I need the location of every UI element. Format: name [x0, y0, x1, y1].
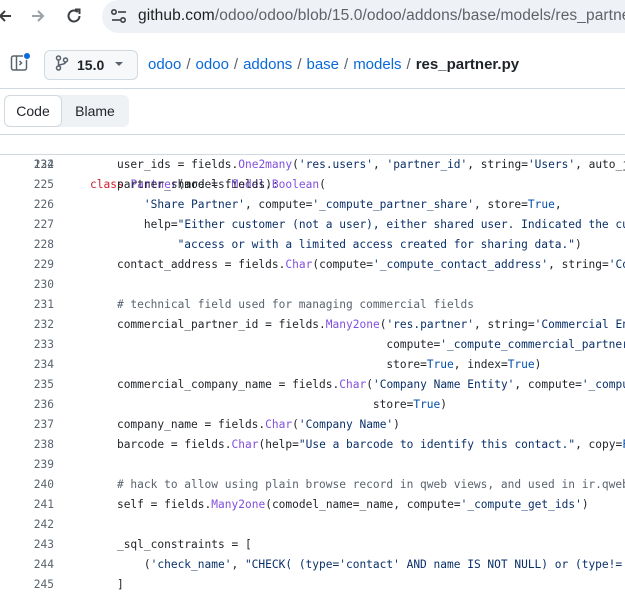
code-line[interactable]: 225 partner_share = fields.Boolean( — [0, 175, 625, 195]
chevron-down-icon — [114, 56, 124, 74]
code-text: # hack to allow using plain browse recor… — [116, 478, 625, 491]
line-number[interactable]: 228 — [0, 235, 54, 255]
code-line[interactable]: 237 company_name = fields.Char('Company … — [0, 415, 625, 435]
line-number[interactable]: 233 — [0, 335, 54, 355]
line-number[interactable]: 226 — [0, 195, 54, 215]
breadcrumb-link-repo[interactable]: odoo — [148, 56, 181, 73]
code-text: contact_address = fields.Char(compute='_… — [116, 258, 625, 271]
code-line[interactable]: 239 — [0, 455, 625, 475]
breadcrumb-current-file: res_partner.py — [415, 56, 520, 73]
code-line[interactable]: 245 ] — [0, 575, 625, 595]
address-bar[interactable]: github.com/odoo/odoo/blob/15.0/odoo/addo… — [102, 0, 625, 33]
line-number[interactable]: 234 — [0, 355, 54, 375]
code-text: ('check_name', "CHECK( (type='contact' A… — [90, 558, 625, 571]
breadcrumb-link-base[interactable]: base — [306, 56, 339, 73]
line-number[interactable]: 241 — [0, 495, 54, 515]
code-line[interactable]: 230 — [0, 275, 625, 295]
code-text: user_ids = fields.One2many('res.users', … — [116, 158, 625, 171]
breadcrumb-separator: / — [233, 56, 239, 73]
breadcrumb-separator: / — [406, 56, 411, 73]
url-host: github.com — [138, 7, 215, 24]
code-text: partner_share = fields.Boolean( — [116, 178, 326, 191]
line-number[interactable]: 224 — [0, 155, 54, 175]
url-path: /odoo/odoo/blob/15.0/odoo/addons/base/mo… — [214, 7, 625, 24]
code-line[interactable]: 232 commercial_partner_id = fields.Many2… — [0, 315, 625, 335]
code-line[interactable]: 241 self = fields.Many2one(comodel_name=… — [0, 495, 625, 515]
code-line[interactable]: 231 # technical field used for managing … — [0, 295, 625, 315]
line-number[interactable]: 240 — [0, 475, 54, 495]
forward-arrow-icon[interactable] — [27, 5, 49, 27]
code-text: # technical field used for managing comm… — [116, 298, 474, 311]
code-text: self = fields.Many2one(comodel_name=_nam… — [116, 498, 589, 511]
branch-label: 15.0 — [77, 57, 105, 73]
code-line[interactable]: 238 barcode = fields.Char(help="Use a ba… — [0, 435, 625, 455]
code-line[interactable]: 228 "access or with a limited access cre… — [0, 235, 625, 255]
notification-dot — [23, 52, 31, 60]
file-header: 15.0 odoo / odoo / addons / base / models / res_pa… — [0, 40, 625, 89]
code-text: "access or with a limited access created… — [177, 238, 582, 251]
site-settings-icon[interactable] — [110, 8, 128, 29]
breadcrumb-separator: / — [297, 56, 302, 73]
line-number[interactable]: 230 — [0, 275, 54, 295]
code-line[interactable]: 229 contact_address = fields.Char(comput… — [0, 255, 625, 275]
code-text: compute='_compute_commercial_partner', r… — [386, 338, 625, 351]
line-number[interactable]: 225 — [0, 175, 54, 195]
reload-icon[interactable] — [63, 5, 85, 27]
code-view: 132 class Partner(models.Model): 224 use… — [0, 134, 625, 599]
code-line[interactable]: 227 help="Either customer (not a user), … — [0, 215, 625, 235]
view-mode-tabs: Code Blame — [4, 95, 129, 127]
breadcrumb: odoo / odoo / addons / base / models / res_partner… — [148, 56, 519, 73]
url-text: github.com/odoo/odoo/blob/15.0/odoo/addo… — [138, 7, 625, 25]
code-line[interactable]: 242 — [0, 515, 625, 535]
code-text: _sql_constraints = [ — [116, 538, 252, 551]
git-branch-icon — [55, 54, 69, 76]
line-number[interactable]: 236 — [0, 395, 54, 415]
code-line[interactable]: 244 ('check_name', "CHECK( (type='contac… — [0, 555, 625, 575]
code-line[interactable]: 224 user_ids = fields.One2many('res.user… — [0, 155, 625, 175]
branch-selector-button[interactable]: 15.0 — [44, 50, 138, 80]
breadcrumb-separator: / — [344, 56, 349, 73]
code-text: ] — [90, 578, 124, 591]
code-line[interactable]: 234 store=True, index=True) — [0, 355, 625, 375]
code-line[interactable]: 240 # hack to allow using plain browse r… — [0, 475, 625, 495]
code-text: commercial_partner_id = fields.Many2one(… — [116, 318, 625, 331]
breadcrumb-link-models[interactable]: models — [353, 56, 401, 73]
line-number[interactable]: 242 — [0, 515, 54, 535]
code-line[interactable]: 226 'Share Partner', compute='_compute_p… — [0, 195, 625, 215]
code-text: commercial_company_name = fields.Char('C… — [116, 378, 625, 391]
breadcrumb-link-addons[interactable]: addons — [243, 56, 292, 73]
line-number[interactable]: 239 — [0, 455, 54, 475]
tab-blame[interactable]: Blame — [62, 95, 128, 127]
line-number[interactable]: 238 — [0, 435, 54, 455]
breadcrumb-separator: / — [186, 56, 191, 73]
back-arrow-icon[interactable] — [0, 5, 16, 27]
line-number[interactable]: 235 — [0, 375, 54, 395]
line-number[interactable]: 227 — [0, 215, 54, 235]
breadcrumb-link-odoo[interactable]: odoo — [196, 56, 229, 73]
line-number[interactable]: 231 — [0, 295, 54, 315]
browser-toolbar: github.com/odoo/odoo/blob/15.0/odoo/addo… — [0, 0, 625, 33]
code-text: store=True) — [372, 398, 448, 411]
code-text: store=True, index=True) — [386, 358, 542, 371]
line-number[interactable]: 229 — [0, 255, 54, 275]
code-line[interactable]: 236 store=True) — [0, 395, 625, 415]
tab-code[interactable]: Code — [4, 95, 62, 127]
line-number[interactable]: 243 — [0, 535, 54, 555]
code-text: company_name = fields.Char('Company Name… — [116, 418, 400, 431]
line-number[interactable]: 232 — [0, 315, 54, 335]
code-text: barcode = fields.Char(help="Use a barcod… — [116, 438, 625, 451]
sticky-scope-line[interactable]: 132 class Partner(models.Model): — [0, 135, 625, 191]
line-number[interactable]: 245 — [0, 575, 54, 595]
code-text: help="Either customer (not a user), eith… — [143, 218, 625, 231]
line-number[interactable]: 237 — [0, 415, 54, 435]
line-number[interactable]: 244 — [0, 555, 54, 575]
code-line[interactable]: 233 compute='_compute_commercial_partner… — [0, 335, 625, 355]
code-line[interactable]: 243 _sql_constraints = [ — [0, 535, 625, 555]
code-line[interactable]: 235 commercial_company_name = fields.Cha… — [0, 375, 625, 395]
code-text: 'Share Partner', compute='_compute_partn… — [143, 198, 562, 211]
